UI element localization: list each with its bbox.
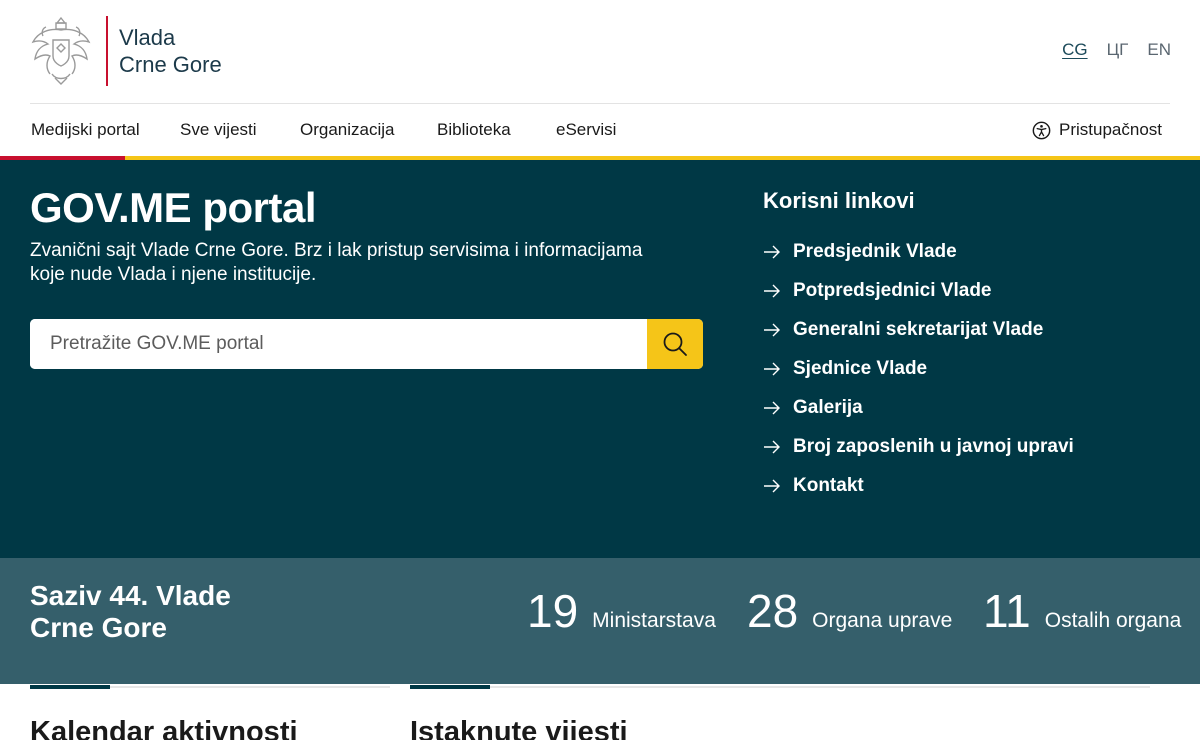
useful-link-generalni-sekretarijat[interactable]: Generalni sekretarijat Vlade <box>763 310 1074 349</box>
brand-divider <box>106 16 108 86</box>
brand-line-1: Vlada <box>119 25 176 50</box>
lang-en-link[interactable]: EN <box>1147 40 1171 60</box>
brand-line-2: Crne Gore <box>119 52 222 77</box>
stat-label: Ministarstava <box>592 609 716 632</box>
stat-administration-bodies[interactable]: 28 Organa uprave <box>747 586 952 636</box>
hero-description: Zvanični sajt Vlade Crne Gore. Brz i lak… <box>30 240 643 285</box>
useful-links-list: Predsjednik Vlade Potpredsjednici Vlade … <box>763 232 1074 505</box>
arrow-right-icon <box>764 440 780 453</box>
stat-number: 19 <box>527 585 579 637</box>
useful-link-galerija[interactable]: Galerija <box>763 388 1074 427</box>
nav-item-sve-vijesti[interactable]: Sve vijesti <box>180 120 257 140</box>
calendar-section-accent <box>30 685 110 689</box>
stat-number: 11 <box>983 585 1031 637</box>
arrow-right-icon <box>764 245 780 258</box>
lang-cg-link[interactable]: CG <box>1062 40 1088 60</box>
hero-title: GOV.ME portal <box>30 184 317 231</box>
useful-links-title: Korisni linkovi <box>763 188 915 213</box>
useful-link-label: Sjednice Vlade <box>793 357 928 379</box>
useful-link-label: Galerija <box>793 396 863 418</box>
accessibility-icon <box>1032 121 1051 139</box>
coat-of-arms-icon[interactable] <box>30 14 92 86</box>
useful-link-potpredsjednici[interactable]: Potpredsjednici Vlade <box>763 271 1074 310</box>
useful-link-label: Potpredsjednici Vlade <box>793 279 992 301</box>
calendar-section-title: Kalendar aktivnosti <box>30 716 298 740</box>
useful-link-label: Generalni sekretarijat Vlade <box>793 318 1044 340</box>
news-section-title: Istaknute vijesti <box>410 716 628 740</box>
stat-label: Ostalih organa <box>1044 609 1182 632</box>
hero-section: GOV.ME portal Zvanični sajt Vlade Crne G… <box>0 160 1200 558</box>
stats-title: Saziv 44. Vlade Crne Gore <box>30 580 231 644</box>
site-logo-text[interactable]: Vlada Crne Gore <box>119 24 222 78</box>
stat-ministries[interactable]: 19 Ministarstava <box>527 586 716 636</box>
accessibility-button[interactable]: Pristupačnost <box>1032 120 1162 140</box>
nav-item-biblioteka[interactable]: Biblioteka <box>437 120 511 140</box>
search-form <box>30 319 703 369</box>
stat-number: 28 <box>747 585 799 637</box>
stat-label: Organa uprave <box>812 609 953 632</box>
main-nav: Medijski portal Sve vijesti Organizacija… <box>0 104 1200 157</box>
useful-link-broj-zaposlenih[interactable]: Broj zaposlenih u javnoj upravi <box>763 427 1074 466</box>
accessibility-label: Pristupačnost <box>1059 120 1162 139</box>
arrow-right-icon <box>764 362 780 375</box>
useful-link-label: Kontakt <box>793 474 864 496</box>
lang-cyrillic-link[interactable]: ЦГ <box>1107 40 1129 60</box>
arrow-right-icon <box>764 401 780 414</box>
site-header: Vlada Crne Gore CG ЦГ EN <box>0 0 1200 103</box>
search-icon <box>663 332 687 356</box>
useful-link-kontakt[interactable]: Kontakt <box>763 466 1074 505</box>
news-section-accent <box>410 685 490 689</box>
arrow-right-icon <box>764 479 780 492</box>
nav-item-medijski-portal[interactable]: Medijski portal <box>31 120 140 140</box>
useful-link-sjednice[interactable]: Sjednice Vlade <box>763 349 1074 388</box>
nav-item-organizacija[interactable]: Organizacija <box>300 120 395 140</box>
useful-link-label: Broj zaposlenih u javnoj upravi <box>793 435 1074 457</box>
stat-other-bodies[interactable]: 11 Ostalih organa <box>983 586 1181 636</box>
arrow-right-icon <box>764 323 780 336</box>
useful-link-label: Predsjednik Vlade <box>793 240 957 262</box>
search-input[interactable] <box>30 319 647 369</box>
arrow-right-icon <box>764 284 780 297</box>
stats-title-line-2: Crne Gore <box>30 612 167 643</box>
stats-title-line-1: Saziv 44. Vlade <box>30 580 231 611</box>
news-section-divider <box>410 686 1150 688</box>
search-button[interactable] <box>647 319 703 369</box>
government-stats-band: Saziv 44. Vlade Crne Gore 19 Ministarsta… <box>0 558 1200 684</box>
language-switcher: CG ЦГ EN <box>1062 40 1171 60</box>
useful-link-predsjednik[interactable]: Predsjednik Vlade <box>763 232 1074 271</box>
nav-item-eservisi[interactable]: eServisi <box>556 120 616 140</box>
